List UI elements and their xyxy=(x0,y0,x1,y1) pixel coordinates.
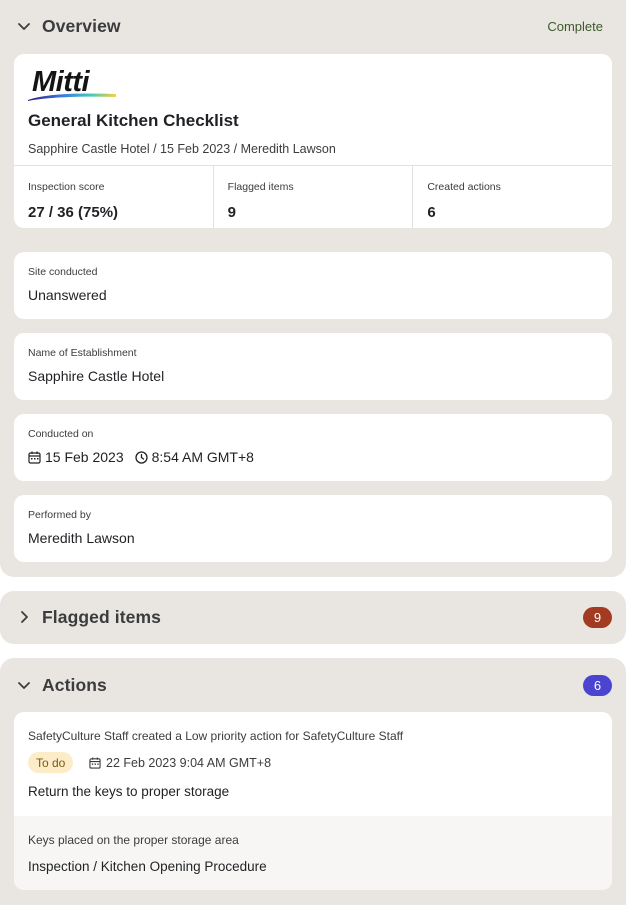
field-value: Unanswered xyxy=(28,287,107,303)
actions-section: Actions 6 SafetyCulture Staff created a … xyxy=(0,658,626,905)
field-label: Name of Establishment xyxy=(28,347,137,359)
action-source-path: Inspection / Kitchen Opening Procedure xyxy=(28,859,267,874)
performed-by-field: Performed by Meredith Lawson xyxy=(14,495,612,562)
report-subtitle: Sapphire Castle Hotel / 15 Feb 2023 / Me… xyxy=(28,142,336,156)
actions-count-badge: 6 xyxy=(583,674,612,696)
conducted-datetime: 15 Feb 2023 8:54 AM GMT+8 xyxy=(28,449,254,465)
actions-title: Actions xyxy=(42,674,107,695)
chevron-down-icon xyxy=(18,23,30,30)
overview-section: Overview Complete Mitti General Kitchen … xyxy=(0,0,626,577)
action-description: SafetyCulture Staff created a Low priori… xyxy=(28,729,404,743)
flagged-items-title: Flagged items xyxy=(42,606,161,627)
clock-icon xyxy=(134,450,148,464)
mitti-logo: Mitti xyxy=(28,66,116,101)
stat-created-actions[interactable]: Created actions 6 xyxy=(413,166,612,228)
overview-title: Overview xyxy=(42,15,121,36)
action-note: Keys placed on the proper storage area xyxy=(28,833,239,847)
field-label: Site conducted xyxy=(28,266,98,278)
conducted-time: 8:54 AM GMT+8 xyxy=(151,449,254,465)
stat-value: 9 xyxy=(227,204,237,221)
overview-header[interactable]: Overview Complete xyxy=(0,0,626,52)
stat-label: Created actions xyxy=(427,181,501,193)
stat-label: Inspection score xyxy=(28,181,105,193)
stat-label: Flagged items xyxy=(227,181,294,193)
conducted-on-field: Conducted on 15 Feb 2023 8:54 AM GMT+8 xyxy=(14,414,612,481)
action-due-text: 22 Feb 2023 9:04 AM GMT+8 xyxy=(106,756,272,770)
report-title: General Kitchen Checklist xyxy=(28,111,239,130)
chevron-down-icon xyxy=(18,682,30,689)
action-status-badge: To do xyxy=(28,752,74,773)
field-label: Conducted on xyxy=(28,428,94,440)
calendar-icon xyxy=(89,757,101,769)
calendar-icon xyxy=(28,451,41,464)
action-footer: Keys placed on the proper storage area I… xyxy=(14,816,612,890)
action-card[interactable]: SafetyCulture Staff created a Low priori… xyxy=(14,712,612,890)
report-summary-card: Mitti General Kitchen Checklist Sapphire… xyxy=(14,54,612,228)
site-conducted-field: Site conducted Unanswered xyxy=(14,252,612,319)
status-badge: Complete xyxy=(547,18,603,34)
actions-header[interactable]: Actions 6 xyxy=(0,659,626,711)
action-due-date: 22 Feb 2023 9:04 AM GMT+8 xyxy=(89,756,271,770)
field-label: Performed by xyxy=(28,509,92,521)
stat-value: 6 xyxy=(427,204,436,221)
stat-inspection-score: Inspection score 27 / 36 (75%) xyxy=(14,166,214,228)
field-value: Sapphire Castle Hotel xyxy=(28,368,165,384)
svg-text:Mitti: Mitti xyxy=(32,66,91,98)
stat-value: 27 / 36 (75%) xyxy=(28,204,119,221)
stat-flagged-items[interactable]: Flagged items 9 xyxy=(214,166,414,228)
action-title: Return the keys to proper storage xyxy=(28,784,230,799)
flagged-count-badge: 9 xyxy=(583,606,612,628)
flagged-items-header[interactable]: Flagged items 9 xyxy=(0,591,626,643)
stats-row: Inspection score 27 / 36 (75%) Flagged i… xyxy=(14,165,612,228)
field-value: Meredith Lawson xyxy=(28,530,135,546)
chevron-right-icon xyxy=(21,611,28,623)
conducted-date: 15 Feb 2023 xyxy=(45,449,124,465)
establishment-name-field: Name of Establishment Sapphire Castle Ho… xyxy=(14,333,612,400)
flagged-items-section: Flagged items 9 xyxy=(0,591,626,644)
